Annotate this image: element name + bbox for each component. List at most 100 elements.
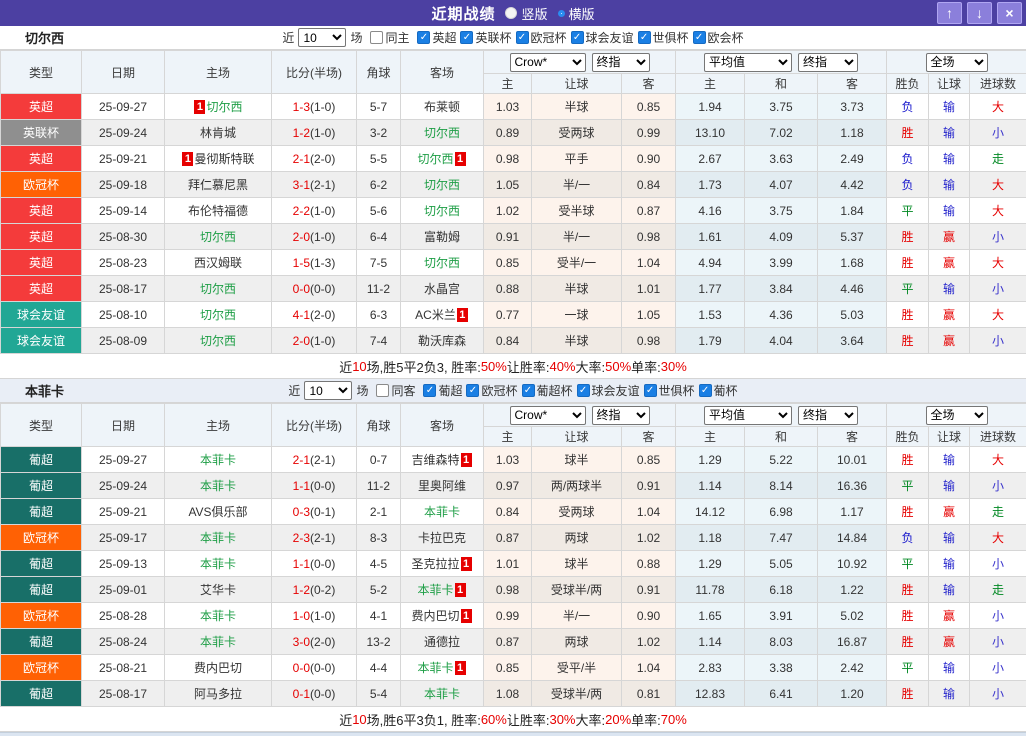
away-team-cell[interactable]: 切尔西1	[401, 146, 484, 172]
home-team-cell[interactable]: 本菲卡	[165, 525, 272, 551]
home-team-cell[interactable]: 拜仁慕尼黑	[165, 172, 272, 198]
match-row[interactable]: 英超 25-08-17 切尔西 0-0(0-0) 11-2 水晶宫 0.88 半…	[1, 276, 1026, 302]
away-team-cell[interactable]: 切尔西	[401, 120, 484, 146]
checkbox-checked-icon[interactable]: ✓	[699, 384, 712, 397]
league-filter[interactable]: ✓世俱杯	[638, 29, 689, 46]
away-team-name[interactable]: 布莱顿	[424, 100, 460, 114]
away-team-name[interactable]: 切尔西	[424, 126, 460, 140]
home-team-cell[interactable]: 本菲卡	[165, 551, 272, 577]
league-filter[interactable]: ✓葡超	[423, 382, 462, 399]
home-team-name[interactable]: AVS俱乐部	[188, 505, 247, 519]
match-row[interactable]: 葡超 25-08-17 阿马多拉 0-1(0-0) 5-4 本菲卡 1.08 受…	[1, 681, 1026, 707]
match-row[interactable]: 葡超 25-09-13 本菲卡 1-1(0-0) 4-5 圣克拉拉1 1.01 …	[1, 551, 1026, 577]
checkbox-unchecked-icon[interactable]	[376, 384, 389, 397]
away-team-name[interactable]: 切尔西	[424, 178, 460, 192]
home-team-cell[interactable]: 切尔西	[165, 302, 272, 328]
odds-company-select[interactable]: Crow*	[510, 406, 586, 425]
away-team-cell[interactable]: 里奥阿维	[401, 473, 484, 499]
home-team-name[interactable]: 本菲卡	[200, 609, 236, 623]
home-team-name[interactable]: 费内巴切	[194, 661, 242, 675]
league-filter[interactable]: ✓球会友谊	[571, 29, 634, 46]
away-team-name[interactable]: 切尔西	[417, 152, 453, 166]
same-venue-filter[interactable]: 同主	[370, 29, 409, 46]
same-venue-filter[interactable]: 同客	[376, 382, 415, 399]
avg-select[interactable]: 平均值	[704, 406, 792, 425]
home-team-name[interactable]: 阿马多拉	[194, 687, 242, 701]
checkbox-unchecked-icon[interactable]	[370, 31, 383, 44]
close-button[interactable]: ×	[997, 2, 1022, 24]
checkbox-checked-icon[interactable]: ✓	[644, 384, 657, 397]
match-row[interactable]: 葡超 25-09-21 AVS俱乐部 0-3(0-1) 2-1 本菲卡 0.84…	[1, 499, 1026, 525]
league-filter[interactable]: ✓葡杯	[699, 382, 738, 399]
checkbox-checked-icon[interactable]: ✓	[423, 384, 436, 397]
away-team-cell[interactable]: 布莱顿	[401, 94, 484, 120]
match-row[interactable]: 球会友谊 25-08-10 切尔西 4-1(2-0) 6-3 AC米兰1 0.7…	[1, 302, 1026, 328]
home-team-cell[interactable]: 1曼彻斯特联	[165, 146, 272, 172]
away-team-cell[interactable]: 本菲卡	[401, 681, 484, 707]
checkbox-checked-icon[interactable]: ✓	[522, 384, 535, 397]
avg-select[interactable]: 平均值	[704, 53, 792, 72]
home-team-name[interactable]: 本菲卡	[200, 453, 236, 467]
home-team-cell[interactable]: 林肯城	[165, 120, 272, 146]
home-team-cell[interactable]: AVS俱乐部	[165, 499, 272, 525]
home-team-name[interactable]: 拜仁慕尼黑	[188, 178, 248, 192]
away-team-name[interactable]: AC米兰	[415, 308, 456, 322]
layout-horizontal-radio[interactable]: 横版	[558, 4, 595, 23]
home-team-cell[interactable]: 布伦特福德	[165, 198, 272, 224]
away-team-name[interactable]: 切尔西	[424, 256, 460, 270]
match-row[interactable]: 欧冠杯 25-08-21 费内巴切 0-0(0-0) 4-4 本菲卡1 0.85…	[1, 655, 1026, 681]
league-filter[interactable]: ✓欧冠杯	[516, 29, 567, 46]
avg-final-select[interactable]: 终指	[798, 53, 858, 72]
match-row[interactable]: 英联杯 25-09-24 林肯城 1-2(1-0) 3-2 切尔西 0.89 受…	[1, 120, 1026, 146]
match-row[interactable]: 葡超 25-09-24 本菲卡 1-1(0-0) 11-2 里奥阿维 0.97 …	[1, 473, 1026, 499]
league-filter[interactable]: ✓世俱杯	[644, 382, 695, 399]
away-team-name[interactable]: 圣克拉拉	[411, 557, 459, 571]
home-team-cell[interactable]: 阿马多拉	[165, 681, 272, 707]
home-team-name[interactable]: 本菲卡	[200, 635, 236, 649]
away-team-name[interactable]: 切尔西	[424, 204, 460, 218]
home-team-cell[interactable]: 本菲卡	[165, 629, 272, 655]
away-team-name[interactable]: 本菲卡	[417, 583, 453, 597]
home-team-name[interactable]: 本菲卡	[200, 479, 236, 493]
away-team-cell[interactable]: 富勒姆	[401, 224, 484, 250]
home-team-name[interactable]: 西汉姆联	[194, 256, 242, 270]
home-team-cell[interactable]: 1切尔西	[165, 94, 272, 120]
match-row[interactable]: 葡超 25-09-27 本菲卡 2-1(2-1) 0-7 吉维森特1 1.03 …	[1, 447, 1026, 473]
move-down-button[interactable]: ↓	[967, 2, 992, 24]
odds-final-select[interactable]: 终指	[592, 53, 650, 72]
away-team-name[interactable]: 本菲卡	[417, 661, 453, 675]
away-team-name[interactable]: 里奥阿维	[418, 479, 466, 493]
scope-select[interactable]: 全场	[926, 406, 988, 425]
checkbox-checked-icon[interactable]: ✓	[693, 31, 706, 44]
match-row[interactable]: 英超 25-09-27 1切尔西 1-3(1-0) 5-7 布莱顿 1.03 半…	[1, 94, 1026, 120]
away-team-name[interactable]: 吉维森特	[411, 453, 459, 467]
away-team-cell[interactable]: 通德拉	[401, 629, 484, 655]
match-row[interactable]: 球会友谊 25-08-09 切尔西 2-0(1-0) 7-4 勒沃库森 0.84…	[1, 328, 1026, 354]
away-team-cell[interactable]: 卡拉巴克	[401, 525, 484, 551]
checkbox-checked-icon[interactable]: ✓	[577, 384, 590, 397]
away-team-name[interactable]: 本菲卡	[424, 505, 460, 519]
league-filter[interactable]: ✓英联杯	[460, 29, 511, 46]
checkbox-checked-icon[interactable]: ✓	[460, 31, 473, 44]
league-filter[interactable]: ✓欧会杯	[693, 29, 744, 46]
away-team-cell[interactable]: 本菲卡1	[401, 655, 484, 681]
home-team-name[interactable]: 切尔西	[206, 100, 242, 114]
home-team-cell[interactable]: 费内巴切	[165, 655, 272, 681]
home-team-name[interactable]: 艾华卡	[200, 583, 236, 597]
home-team-cell[interactable]: 切尔西	[165, 276, 272, 302]
away-team-cell[interactable]: 水晶宫	[401, 276, 484, 302]
scope-select[interactable]: 全场	[926, 53, 988, 72]
odds-company-select[interactable]: Crow*	[510, 53, 586, 72]
home-team-name[interactable]: 切尔西	[200, 282, 236, 296]
league-filter[interactable]: ✓英超	[417, 29, 456, 46]
match-row[interactable]: 英超 25-08-30 切尔西 2-0(1-0) 6-4 富勒姆 0.91 半/…	[1, 224, 1026, 250]
home-team-cell[interactable]: 艾华卡	[165, 577, 272, 603]
move-up-button[interactable]: ↑	[937, 2, 962, 24]
match-row[interactable]: 葡超 25-08-24 本菲卡 3-0(2-0) 13-2 通德拉 0.87 两…	[1, 629, 1026, 655]
recent-count-select[interactable]: 10	[304, 381, 352, 400]
away-team-name[interactable]: 通德拉	[424, 635, 460, 649]
checkbox-checked-icon[interactable]: ✓	[571, 31, 584, 44]
league-filter[interactable]: ✓欧冠杯	[466, 382, 517, 399]
away-team-cell[interactable]: 切尔西	[401, 198, 484, 224]
home-team-name[interactable]: 本菲卡	[200, 531, 236, 545]
